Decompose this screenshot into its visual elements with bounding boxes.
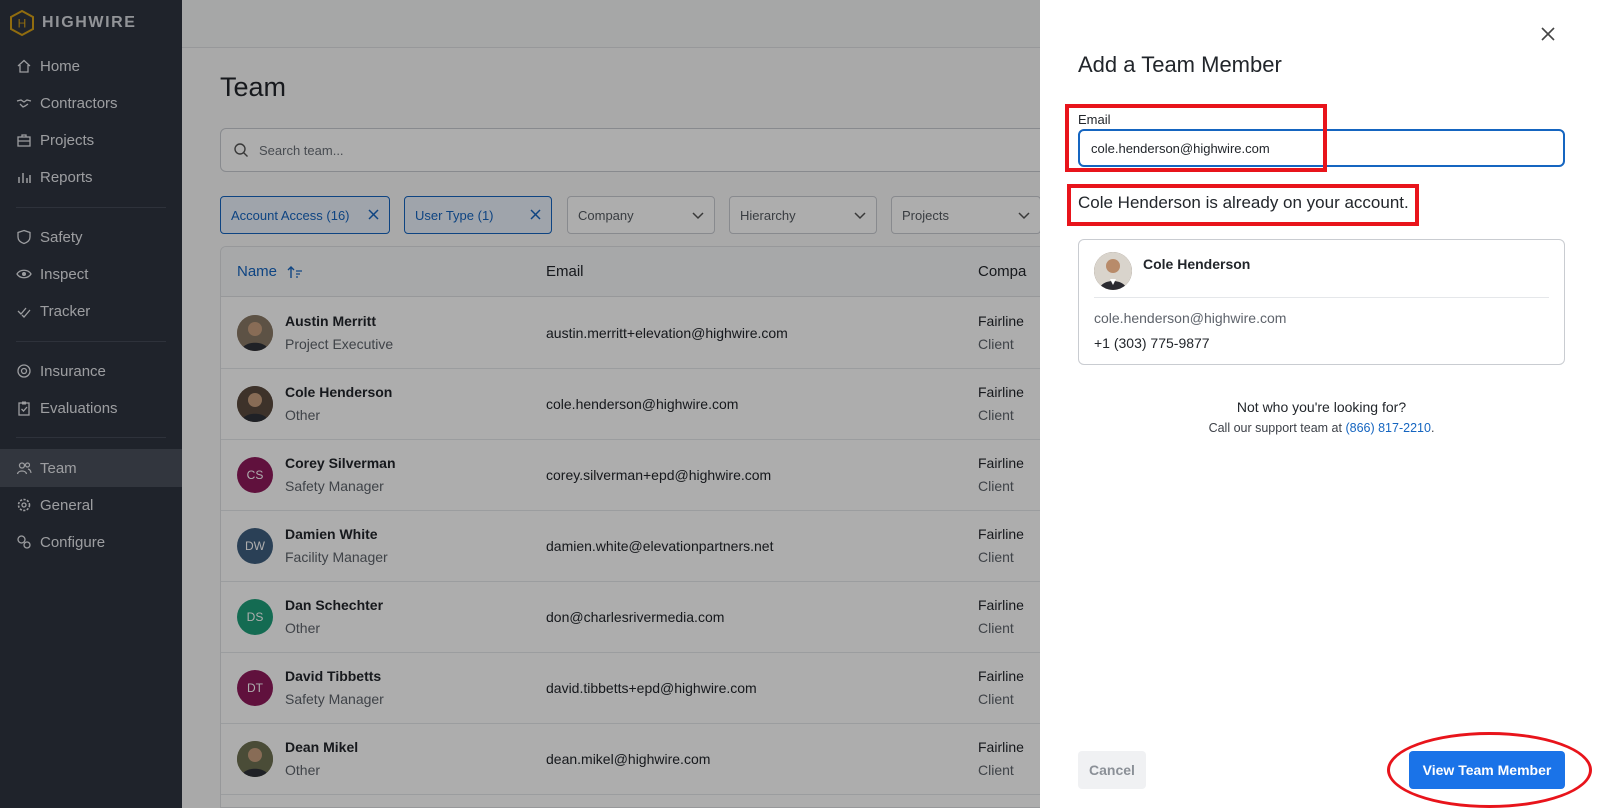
support-text: Call our support team at (866) 817-2210. bbox=[1078, 421, 1565, 435]
existing-member-card: Cole Henderson cole.henderson@highwire.c… bbox=[1078, 239, 1565, 365]
divider bbox=[1094, 297, 1549, 298]
email-field[interactable] bbox=[1078, 129, 1565, 167]
close-icon[interactable] bbox=[1538, 24, 1558, 44]
view-team-member-button[interactable]: View Team Member bbox=[1409, 751, 1565, 789]
person-photo-icon bbox=[1094, 252, 1132, 290]
panel-title: Add a Team Member bbox=[1078, 52, 1282, 77]
email-label: Email bbox=[1078, 112, 1111, 127]
not-who-heading: Not who you're looking for? bbox=[1236, 399, 1407, 415]
modal-backdrop[interactable] bbox=[0, 0, 1040, 808]
support-suffix: . bbox=[1430, 421, 1435, 435]
add-team-member-panel: Add a Team Member Email Cole Henderson i… bbox=[1040, 0, 1600, 808]
support-prefix: Call our support team at bbox=[1208, 421, 1342, 435]
avatar bbox=[1094, 252, 1132, 290]
support-phone-link[interactable]: (866) 817-2210 bbox=[1345, 421, 1430, 435]
member-phone: +1 (303) 775-9877 bbox=[1094, 335, 1210, 351]
member-email: cole.henderson@highwire.com bbox=[1094, 310, 1287, 326]
cancel-button[interactable]: Cancel bbox=[1078, 751, 1146, 789]
member-name: Cole Henderson bbox=[1143, 256, 1251, 272]
already-on-account-message: Cole Henderson is already on your accoun… bbox=[1078, 193, 1409, 212]
